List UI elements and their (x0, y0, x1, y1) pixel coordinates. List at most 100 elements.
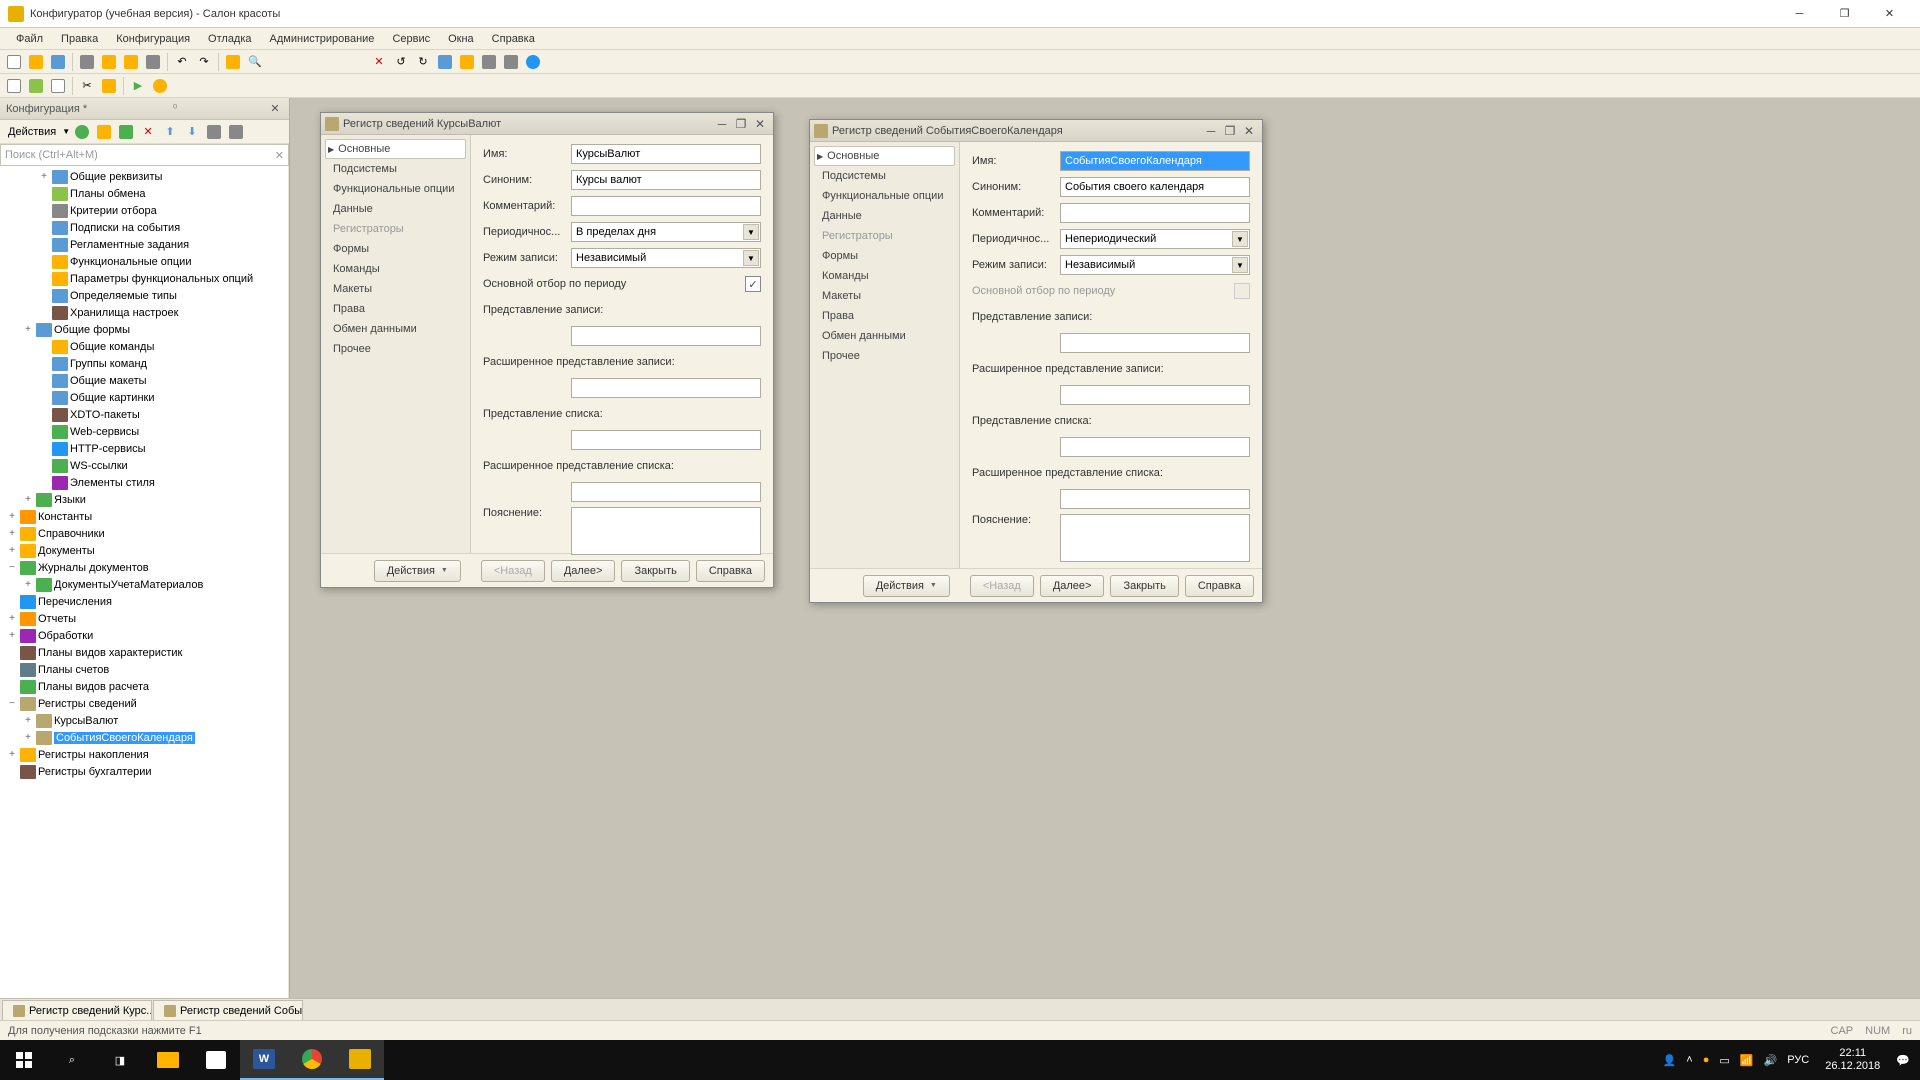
tool-table-icon[interactable] (26, 76, 46, 96)
maximize-button[interactable]: ❐ (1822, 0, 1867, 28)
sidebar-pin-icon[interactable]: ⁰ (173, 102, 177, 115)
dlg-tab[interactable]: Прочее (814, 346, 955, 366)
dlg-tab[interactable]: Права (814, 306, 955, 326)
input-comment[interactable] (1060, 203, 1250, 223)
tree-node[interactable]: Подписки на события (0, 219, 288, 236)
dlg-tab[interactable]: Функциональные опции (814, 186, 955, 206)
btn-close[interactable]: Закрыть (1110, 575, 1178, 597)
tree-node[interactable]: +Константы (0, 508, 288, 525)
sb-filter-icon[interactable] (226, 122, 246, 142)
tray-battery-icon[interactable]: ▭ (1719, 1054, 1729, 1067)
input-explanation[interactable] (571, 507, 761, 555)
word-icon[interactable]: W (240, 1040, 288, 1080)
tree-node[interactable]: HTTP-сервисы (0, 440, 288, 457)
tree-node[interactable]: XDTO-пакеты (0, 406, 288, 423)
tree-node[interactable]: +Общие реквизиты (0, 168, 288, 185)
input-explanation[interactable] (1060, 514, 1250, 562)
store-icon[interactable] (192, 1040, 240, 1080)
menu-windows[interactable]: Окна (440, 31, 482, 47)
tray-lang[interactable]: РУС (1787, 1054, 1809, 1066)
tool-stop-icon[interactable] (150, 76, 170, 96)
tool-brush-icon[interactable] (479, 52, 499, 72)
btn-back[interactable]: <Назад (481, 560, 545, 582)
tree-node[interactable]: −Журналы документов (0, 559, 288, 576)
dlg-tab[interactable]: Обмен данными (325, 319, 466, 339)
tool-open-icon[interactable] (26, 52, 46, 72)
tray-up-icon[interactable]: ˄ (1686, 1054, 1692, 1066)
search-clear-icon[interactable]: ✕ (275, 149, 284, 162)
tool-play-icon[interactable]: ▶ (128, 76, 148, 96)
tool-help-icon[interactable] (523, 52, 543, 72)
menu-edit[interactable]: Правка (53, 31, 106, 47)
tree-node[interactable]: +Общие формы (0, 321, 288, 338)
checkbox-main-filter[interactable]: ✓ (745, 276, 761, 292)
input-elist-repr[interactable] (1060, 489, 1250, 509)
tree-node[interactable]: Параметры функциональных опций (0, 270, 288, 287)
tool-folder-icon[interactable] (223, 52, 243, 72)
tool-page-icon[interactable] (4, 76, 24, 96)
tree-node[interactable]: +КурсыВалют (0, 712, 288, 729)
sb-down-icon[interactable]: ⬇ (182, 122, 202, 142)
tool-paste-icon[interactable] (121, 52, 141, 72)
dlg-tab[interactable]: Данные (325, 199, 466, 219)
menu-file[interactable]: Файл (8, 31, 51, 47)
tree-node[interactable]: Общие картинки (0, 389, 288, 406)
chrome-icon[interactable] (288, 1040, 336, 1080)
sb-add-icon[interactable] (72, 122, 92, 142)
dlg-tab[interactable]: Команды (325, 259, 466, 279)
tree-node[interactable]: Определяемые типы (0, 287, 288, 304)
dlg2-close-icon[interactable]: ✕ (1240, 123, 1258, 139)
dlg-tab[interactable]: Формы (325, 239, 466, 259)
input-list-repr[interactable] (571, 430, 761, 450)
input-erec-repr[interactable] (1060, 385, 1250, 405)
combo-write-mode[interactable]: Независимый▼ (1060, 255, 1250, 275)
dlg1-close-icon[interactable]: ✕ (751, 116, 769, 132)
sb-sort-icon[interactable] (204, 122, 224, 142)
tree-node[interactable]: +Обработки (0, 627, 288, 644)
tool-copy-icon[interactable] (99, 52, 119, 72)
dropdown-icon[interactable]: ▼ (743, 224, 759, 240)
dlg-tab[interactable]: Команды (814, 266, 955, 286)
menu-debug[interactable]: Отладка (200, 31, 259, 47)
dlg-tab[interactable]: Основные (814, 146, 955, 166)
close-button[interactable]: ✕ (1867, 0, 1912, 28)
btn-help[interactable]: Справка (1185, 575, 1254, 597)
dlg1-minimize-icon[interactable]: ─ (713, 116, 731, 132)
dlg-tab[interactable]: Обмен данными (814, 326, 955, 346)
menu-help[interactable]: Справка (484, 31, 543, 47)
tree-node[interactable]: Перечисления (0, 593, 288, 610)
minimize-button[interactable]: ─ (1777, 0, 1822, 28)
start-button[interactable] (0, 1040, 48, 1080)
tree-node[interactable]: Хранилища настроек (0, 304, 288, 321)
combo-write-mode[interactable]: Независимый▼ (571, 248, 761, 268)
input-rec-repr[interactable] (571, 326, 761, 346)
tool-print-icon[interactable] (143, 52, 163, 72)
dlg-tab[interactable]: Прочее (325, 339, 466, 359)
tree-node[interactable]: Планы видов характеристик (0, 644, 288, 661)
tree-node[interactable]: −Регистры сведений (0, 695, 288, 712)
search-icon[interactable]: ⌕ (48, 1040, 96, 1080)
btn-next[interactable]: Далее> (551, 560, 616, 582)
combo-periodicity[interactable]: В пределах дня▼ (571, 222, 761, 242)
dlg-tab[interactable]: Формы (814, 246, 955, 266)
dropdown-icon[interactable]: ▼ (1232, 231, 1248, 247)
tray-yandex-icon[interactable]: ● (1703, 1054, 1710, 1066)
dlg-tab[interactable]: Регистраторы (325, 219, 466, 239)
tool-scissors-icon[interactable]: ✂ (77, 76, 97, 96)
dropdown-icon[interactable]: ▼ (1232, 257, 1248, 273)
tray-people-icon[interactable]: 👤 (1663, 1054, 1677, 1067)
tool-grid-icon[interactable] (501, 52, 521, 72)
tab-sobytiya[interactable]: Регистр сведений Собы... (153, 1000, 303, 1020)
sb-delete-icon[interactable]: ✕ (138, 122, 158, 142)
input-elist-repr[interactable] (571, 482, 761, 502)
explorer-icon[interactable] (144, 1040, 192, 1080)
menu-admin[interactable]: Администрирование (262, 31, 383, 47)
dlg-tab[interactable]: Регистраторы (814, 226, 955, 246)
btn-help[interactable]: Справка (696, 560, 765, 582)
config-tree[interactable]: +Общие реквизитыПланы обменаКритерии отб… (0, 166, 289, 998)
dlg-tab[interactable]: Макеты (325, 279, 466, 299)
tree-node[interactable]: +ДокументыУчетаМатериалов (0, 576, 288, 593)
tool-arrow2-icon[interactable]: ↻ (413, 52, 433, 72)
btn-actions[interactable]: Действия (374, 560, 461, 582)
taskview-icon[interactable]: ◨ (96, 1040, 144, 1080)
